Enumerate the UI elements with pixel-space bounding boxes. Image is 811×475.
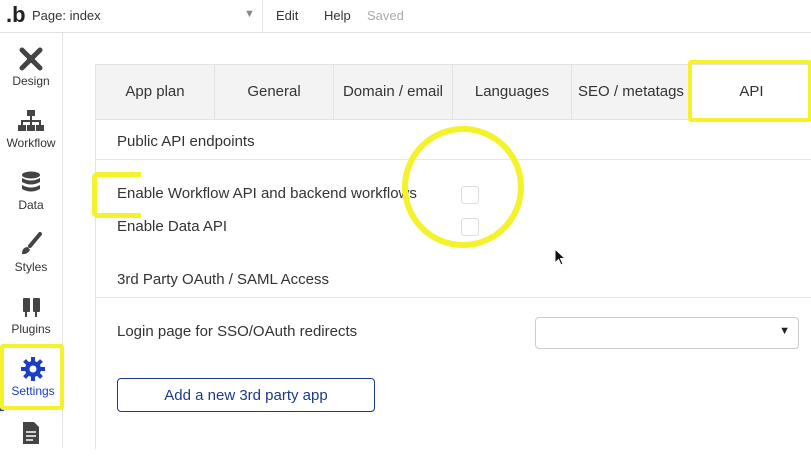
public-api-title: Public API endpoints [117, 133, 255, 150]
highlight-settings [0, 344, 64, 410]
tab-general[interactable]: General [215, 65, 334, 119]
divider [96, 297, 811, 298]
tab-domain-email[interactable]: Domain / email [334, 65, 453, 119]
tab-app-plan[interactable]: App plan [96, 65, 215, 119]
sidebar-item-label: Workflow [6, 136, 56, 150]
data-api-label: Enable Data API [117, 218, 228, 235]
sidebar-item-label: Data [18, 198, 44, 212]
mouse-cursor-icon [554, 248, 567, 266]
document-icon [23, 422, 39, 444]
highlight-bracket [92, 172, 141, 218]
save-status: Saved [367, 8, 404, 23]
highlight-api-tab [688, 60, 811, 122]
sidebar-item-label: Styles [14, 260, 48, 274]
page-selector[interactable]: Page: index [32, 8, 101, 23]
tab-seo-metatags[interactable]: SEO / metatags [572, 65, 691, 119]
brush-icon [22, 232, 42, 255]
menu-edit[interactable]: Edit [276, 8, 298, 23]
workflow-icon [18, 110, 44, 131]
design-icon [19, 47, 43, 71]
sidebar-item-design[interactable]: Design [0, 39, 62, 101]
chevron-down-icon: ▼ [779, 325, 790, 337]
highlight-circle [402, 126, 524, 248]
sidebar-item-label: Design [12, 74, 50, 88]
menu-help[interactable]: Help [324, 8, 351, 23]
sidebar-item-styles[interactable]: Styles [0, 225, 62, 287]
sidebar-item-label: Plugins [11, 322, 51, 336]
login-page-dropdown[interactable]: ▼ [535, 317, 799, 349]
sidebar-item-plugins[interactable]: Plugins [0, 287, 62, 349]
sidebar-item-workflow[interactable]: Workflow [0, 101, 62, 163]
login-page-label: Login page for SSO/OAuth redirects [117, 323, 358, 340]
top-bar: .b Page: index ▼ Edit Help Saved [0, 0, 811, 33]
workflow-api-label: Enable Workflow API and backend workflow… [117, 185, 417, 202]
sidebar-item-data[interactable]: Data [0, 163, 62, 225]
sidebar-item-document[interactable] [0, 413, 62, 475]
divider [262, 0, 263, 32]
plug-icon [23, 298, 40, 317]
tab-languages[interactable]: Languages [453, 65, 572, 119]
database-icon [22, 171, 40, 192]
oauth-title: 3rd Party OAuth / SAML Access [117, 271, 330, 288]
add-3rd-party-app-button[interactable]: Add a new 3rd party app [117, 378, 375, 412]
chevron-down-icon[interactable]: ▼ [244, 8, 255, 20]
bubble-logo[interactable]: .b [6, 2, 26, 28]
